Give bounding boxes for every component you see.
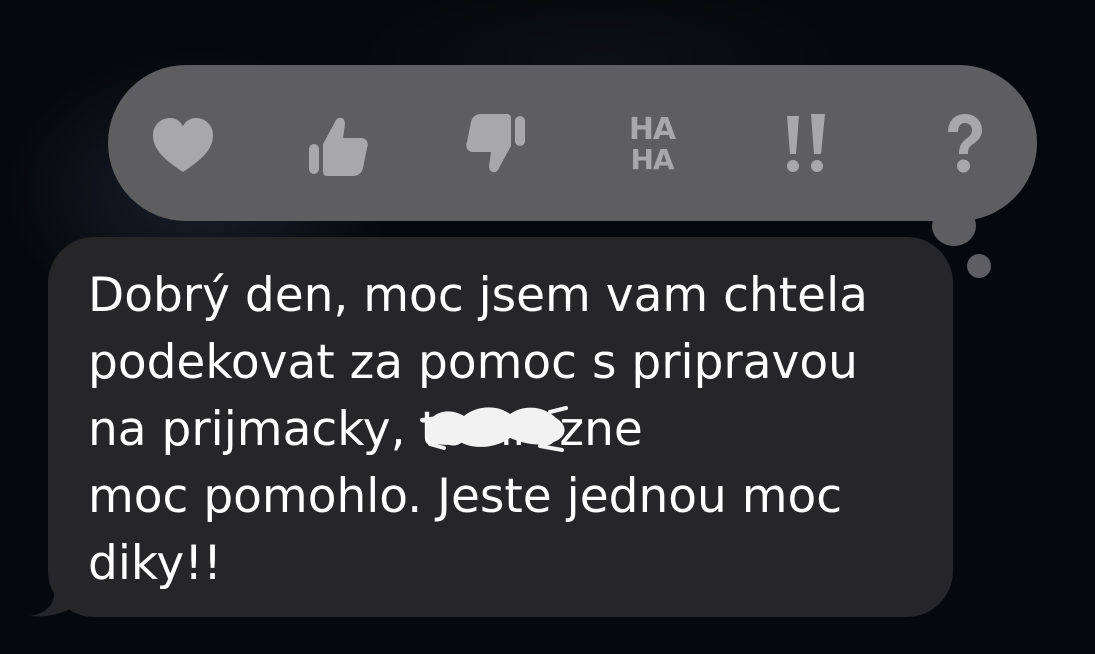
- reaction-bar-tail-large: [932, 206, 976, 246]
- heart-icon: [151, 116, 215, 174]
- haha-icon: HA HA: [628, 112, 676, 176]
- message-bubble-tail: [30, 566, 80, 617]
- thumbs-up-reaction-button[interactable]: [298, 105, 378, 185]
- redaction-scribble: [420, 406, 568, 452]
- message-line: moc pomohlo. Jeste jednou moc: [88, 469, 843, 524]
- tapback-reaction-bar: [108, 65, 1037, 221]
- message-line: podekovat za pomoc s pripravou: [88, 335, 858, 390]
- heart-reaction-button[interactable]: [143, 105, 223, 185]
- message-line: Dobrý den, moc jsem vam chtela: [88, 268, 868, 323]
- exclamation-icon: [781, 112, 831, 178]
- reaction-bar-tail-small: [967, 254, 991, 278]
- question-icon: [942, 112, 986, 178]
- message-line: diky!!: [88, 536, 222, 591]
- question-reaction-button[interactable]: [924, 105, 1004, 185]
- exclamation-reaction-button[interactable]: [766, 105, 846, 185]
- thumbs-down-icon: [463, 112, 529, 178]
- haha-reaction-button[interactable]: HA HA: [612, 105, 692, 185]
- thumbs-up-icon: [305, 112, 371, 178]
- thumbs-down-reaction-button[interactable]: [456, 105, 536, 185]
